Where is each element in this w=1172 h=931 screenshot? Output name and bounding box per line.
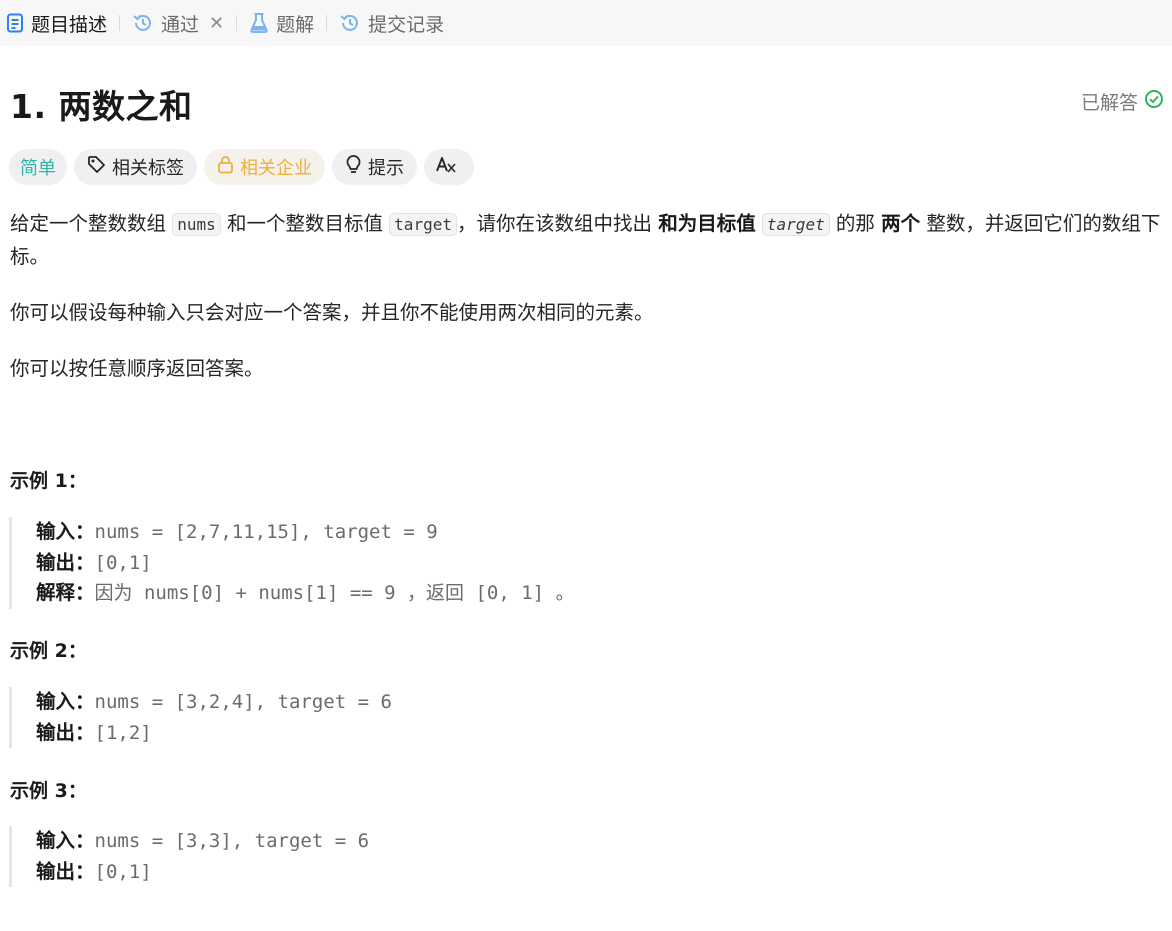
flask-icon [249,12,269,34]
example-output-line: 输出：[0,1] [36,548,575,579]
problem-description: 给定一个整数数组 nums 和一个整数目标值 target ，请你在该数组中找出 … [10,208,1170,409]
description-text: ，请你在该数组中找出 [456,212,652,235]
description-text: 给定一个整数数组 [10,212,167,235]
tab-bar: 题目描述 通过 ✕ 题解 提交记录 [0,0,1172,46]
inline-code: target [389,213,457,236]
example-title: 示例 2： [10,640,87,662]
bold-text: 两个 [881,212,921,235]
input-label: 输入： [36,829,95,852]
tab-description-label: 题目描述 [31,13,108,36]
output-label: 输出： [36,720,95,744]
hint-label: 提示 [368,158,404,179]
tab-submissions[interactable]: 提交记录 [339,0,444,46]
tab-solutions-history[interactable]: 通过 ✕ [132,0,224,46]
example-output-line: 输出：[0,1] [36,857,369,888]
input-label: 输入： [36,690,95,713]
check-circle-icon [1138,89,1164,114]
output-value: [0,1] [94,860,152,883]
example-title: 示例 3： [10,780,87,802]
input-value: nums = [3,2,4], target = 6 [94,691,392,713]
explain-label: 解释： [36,581,95,604]
solved-status-label: 已解答 [1080,92,1138,114]
document-icon [6,13,24,33]
tab-divider [119,15,121,31]
tab-submissions-label: 提交记录 [368,13,445,36]
difficulty-label: 简单 [20,158,56,179]
close-icon[interactable]: ✕ [209,13,224,34]
difficulty-badge: 简单 [9,149,67,185]
output-value: [0,1] [94,551,152,574]
hint-button[interactable]: 提示 [332,149,417,185]
example-explain-line: 解释：因为 nums[0] + nums[1] == 9 ，返回 [0, 1] … [36,578,575,609]
tab-divider [236,15,238,31]
history-icon [339,12,361,34]
example-block: 输入：nums = [2,7,11,15], target = 9 输出：[0,… [9,517,575,609]
tag-icon [87,155,112,179]
tab-editorial[interactable]: 题解 [249,0,314,46]
example-input-line: 输入：nums = [2,7,11,15], target = 9 [36,517,575,548]
input-value: nums = [2,7,11,15], target = 9 [94,521,438,543]
problem-title: 1. 两数之和 [10,87,193,126]
tab-divider [326,15,328,31]
example-title: 示例 1： [10,470,87,492]
related-companies-label: 相关企业 [240,158,312,179]
example-output-line: 输出：[1,2] [36,718,392,749]
tag-row: 简单 相关标签 相关企业 提示 [9,149,474,185]
lock-icon [217,155,240,179]
history-icon [132,12,154,34]
bold-text: 和为目标值 [658,212,756,235]
inline-code: nums [172,213,221,236]
related-tags-button[interactable]: 相关标签 [74,149,197,185]
output-label: 输出： [36,550,95,574]
translate-button[interactable] [424,149,474,185]
description-text: 和一个整数目标值 [226,212,383,235]
example-input-line: 输入：nums = [3,3], target = 6 [36,826,369,857]
description-paragraph: 你可以按任意顺序返回答案。 [10,357,264,380]
tab-editorial-label: 题解 [276,13,315,36]
related-tags-label: 相关标签 [112,158,184,179]
explain-value: 因为 nums[0] + nums[1] == 9 ，返回 [0, 1] 。 [94,582,575,604]
translate-icon [435,155,463,180]
output-label: 输出： [36,859,95,883]
example-block: 输入：nums = [3,3], target = 6 输出：[0,1] [9,826,369,887]
example-input-line: 输入：nums = [3,2,4], target = 6 [36,687,392,718]
lightbulb-icon [345,154,368,180]
description-paragraph: 你可以假设每种输入只会对应一个答案，并且你不能使用两次相同的元素。 [10,301,654,324]
input-value: nums = [3,3], target = 6 [94,830,370,852]
related-companies-button[interactable]: 相关企业 [204,149,325,185]
output-value: [1,2] [94,721,152,744]
tab-description[interactable]: 题目描述 [6,0,107,46]
description-paragraph: 给定一个整数数组 nums 和一个整数目标值 target ，请你在该数组中找出 … [10,208,1170,273]
inline-code: target [761,213,830,236]
tab-solutions-history-label: 通过 [161,13,200,36]
solved-status: 已解答 [1081,88,1164,115]
example-block: 输入：nums = [3,2,4], target = 6 输出：[1,2] [9,687,392,748]
input-label: 输入： [36,520,95,543]
description-text: 的那 [835,212,875,235]
